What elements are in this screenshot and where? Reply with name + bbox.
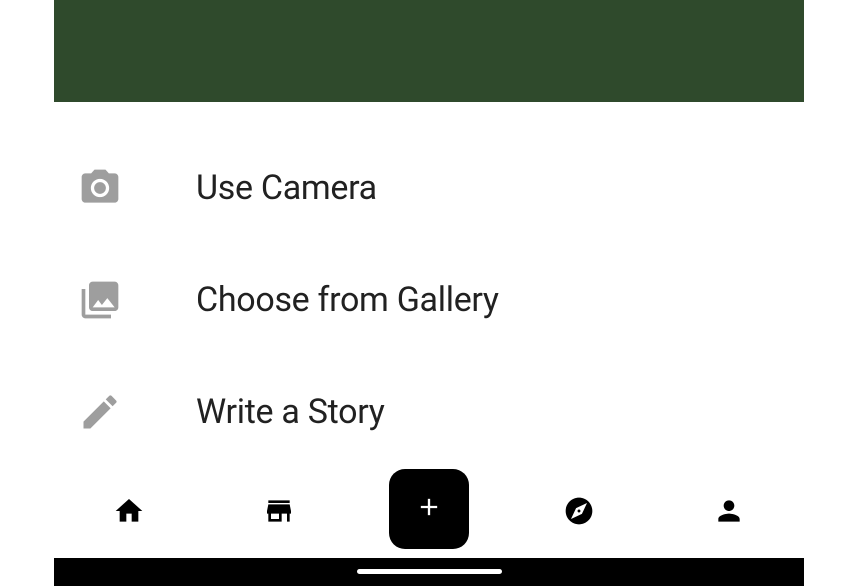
system-nav-bar bbox=[54, 558, 804, 586]
option-label: Choose from Gallery bbox=[196, 280, 499, 320]
header-banner bbox=[54, 0, 804, 102]
add-button[interactable] bbox=[389, 469, 469, 549]
nav-store[interactable] bbox=[204, 468, 354, 558]
nav-home[interactable] bbox=[54, 468, 204, 558]
option-write-story[interactable]: Write a Story bbox=[54, 356, 804, 468]
nav-profile[interactable] bbox=[654, 468, 804, 558]
pencil-icon bbox=[72, 384, 128, 440]
nav-explore[interactable] bbox=[504, 468, 654, 558]
camera-icon bbox=[72, 160, 128, 216]
person-icon bbox=[713, 495, 745, 531]
plus-icon bbox=[415, 493, 443, 525]
option-use-camera[interactable]: Use Camera bbox=[54, 132, 804, 244]
app-container: Use Camera Choose from Gallery Write a S… bbox=[54, 0, 804, 586]
gallery-icon bbox=[72, 272, 128, 328]
home-icon bbox=[113, 495, 145, 531]
system-nav-handle[interactable] bbox=[357, 569, 502, 574]
store-icon bbox=[263, 495, 295, 531]
bottom-nav bbox=[54, 468, 804, 558]
option-label: Write a Story bbox=[196, 392, 385, 432]
option-choose-gallery[interactable]: Choose from Gallery bbox=[54, 244, 804, 356]
options-list: Use Camera Choose from Gallery Write a S… bbox=[54, 102, 804, 468]
option-label: Use Camera bbox=[196, 168, 377, 208]
compass-icon bbox=[563, 495, 595, 531]
nav-add-wrapper bbox=[354, 468, 504, 558]
